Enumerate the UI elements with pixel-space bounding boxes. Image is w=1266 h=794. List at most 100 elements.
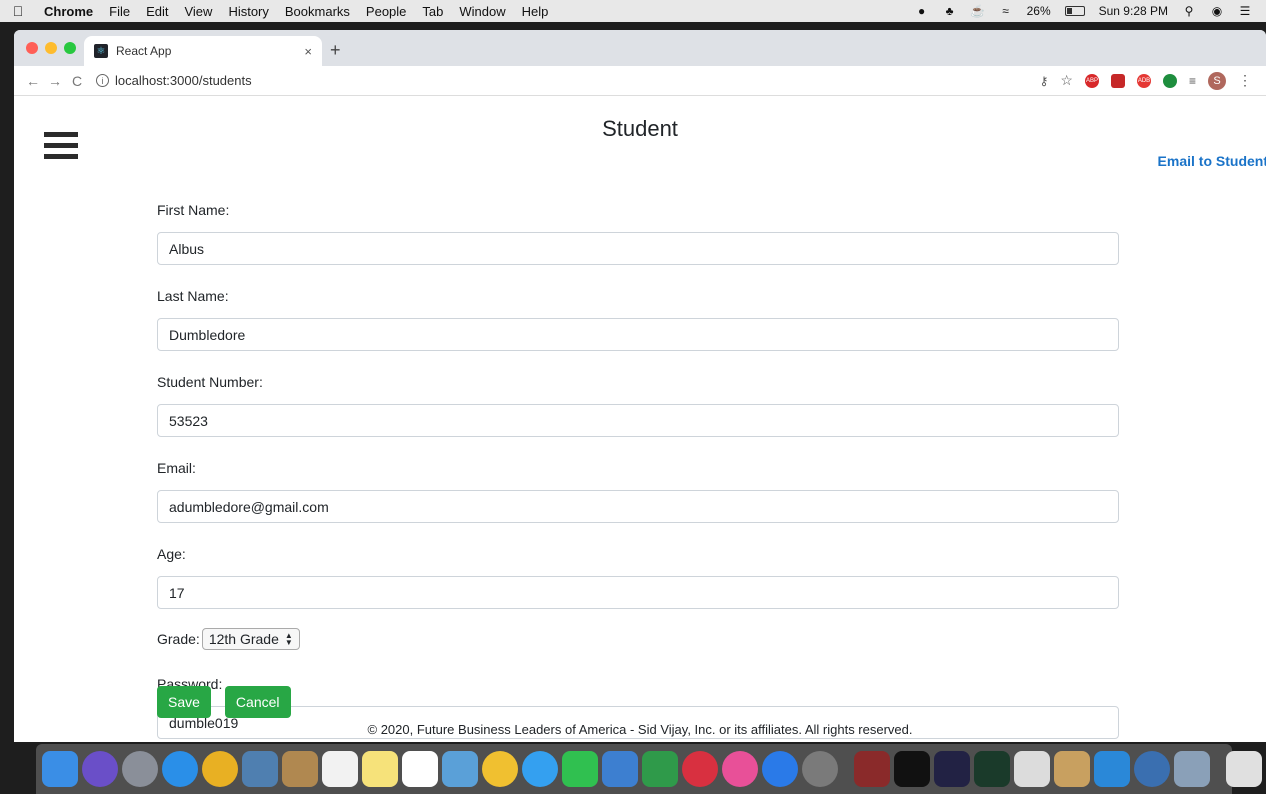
calendar-icon[interactable]	[322, 751, 358, 787]
itunes-icon[interactable]	[722, 751, 758, 787]
browser-window: ⚛ React App × + ← → C i localhost:3000/s…	[14, 30, 1266, 742]
minimize-window-button[interactable]	[45, 42, 57, 54]
coffee-cup-icon[interactable]: ☕	[970, 4, 985, 18]
window-controls	[26, 42, 76, 54]
reading-list-icon[interactable]: ≡	[1189, 74, 1196, 88]
macos-dock	[36, 744, 1262, 794]
first-name-input[interactable]	[157, 232, 1119, 265]
grade-select[interactable]: 12th Grade ▲ ▼	[201, 628, 300, 650]
first-name-label: First Name:	[157, 202, 230, 218]
siri-icon[interactable]: ◉	[1210, 4, 1224, 18]
bookmark-star-icon[interactable]: ☆	[1060, 72, 1073, 88]
battery-icon[interactable]	[1064, 6, 1085, 16]
facetime-icon[interactable]	[562, 751, 598, 787]
menu-people[interactable]: People	[358, 4, 414, 19]
email-input[interactable]	[157, 490, 1119, 523]
tab-close-icon[interactable]: ×	[304, 44, 312, 59]
dictionary-icon[interactable]	[854, 751, 890, 787]
age-input[interactable]	[157, 576, 1119, 609]
age-label: Age:	[157, 546, 186, 562]
tab-react-app[interactable]: ⚛ React App ×	[84, 36, 322, 66]
finder-icon[interactable]	[42, 751, 78, 787]
menu-tab[interactable]: Tab	[414, 4, 451, 19]
intellij-icon[interactable]	[934, 751, 970, 787]
system-preferences-icon[interactable]	[802, 751, 838, 787]
page-footer: © 2020, Future Business Leaders of Ameri…	[367, 722, 913, 737]
zoom-window-button[interactable]	[64, 42, 76, 54]
quicktime-icon[interactable]	[1134, 751, 1170, 787]
menu-help[interactable]: Help	[514, 4, 557, 19]
menu-view[interactable]: View	[176, 4, 220, 19]
email-label: Email:	[157, 460, 196, 476]
launchpad-icon[interactable]	[122, 751, 158, 787]
grade-row: Grade: 12th Grade ▲ ▼	[157, 627, 1119, 651]
menubar-clock[interactable]: Sun 9:28 PM	[1099, 4, 1168, 18]
battery-percent: 26%	[1026, 4, 1051, 18]
terminal-icon[interactable]	[894, 751, 930, 787]
pages-icon[interactable]	[602, 751, 638, 787]
mail-icon[interactable]	[242, 751, 278, 787]
chrome-menu-icon[interactable]: ⋮	[1238, 72, 1252, 89]
downloads-folder-icon[interactable]	[1226, 751, 1262, 787]
apple-icon[interactable]: 	[0, 3, 36, 19]
safari-icon[interactable]	[162, 751, 198, 787]
numbers-icon[interactable]	[642, 751, 678, 787]
news-icon[interactable]	[682, 751, 718, 787]
new-tab-button[interactable]: +	[330, 40, 341, 61]
vscode-icon[interactable]	[1094, 751, 1130, 787]
student-number-input[interactable]	[157, 404, 1119, 437]
adblock-icon[interactable]: ADB	[1136, 73, 1151, 88]
browser-toolbar: ← → C i localhost:3000/students ⚷ ☆ ABP …	[14, 66, 1266, 96]
tab-title: React App	[116, 44, 172, 58]
back-arrow-icon[interactable]: ←	[22, 73, 44, 89]
cancel-button[interactable]: Cancel	[224, 686, 291, 718]
profile-avatar[interactable]: S	[1208, 71, 1226, 90]
app-store-icon[interactable]	[762, 751, 798, 787]
password-label: Password:	[157, 676, 223, 692]
menu-file[interactable]: File	[101, 4, 138, 19]
menu-window[interactable]: Window	[451, 4, 513, 19]
siri-dock-icon[interactable]	[82, 751, 118, 787]
macos-menubar:  Chrome File Edit View History Bookmark…	[0, 0, 1266, 22]
notification-center-icon[interactable]: ☰	[1238, 4, 1252, 18]
keychain-icon[interactable]	[1054, 751, 1090, 787]
forward-arrow-icon[interactable]: →	[44, 73, 66, 89]
menu-history[interactable]: History	[220, 4, 276, 19]
close-window-button[interactable]	[26, 42, 38, 54]
student-form: First Name: Last Name: Student Number: E…	[157, 200, 1119, 742]
site-info-icon[interactable]: i	[96, 74, 109, 87]
spotlight-search-icon[interactable]: ⚲	[1182, 4, 1196, 18]
green-extension-icon[interactable]	[1162, 73, 1177, 88]
last-name-input[interactable]	[157, 318, 1119, 351]
messages-icon[interactable]	[522, 751, 558, 787]
maps-icon[interactable]	[442, 751, 478, 787]
page-title: Student	[602, 116, 678, 141]
react-favicon-icon: ⚛	[94, 44, 108, 58]
form-actions: Save Cancel	[157, 686, 291, 718]
menu-bookmarks[interactable]: Bookmarks	[277, 4, 358, 19]
chrome-dock-icon[interactable]	[202, 751, 238, 787]
preview-icon[interactable]	[1174, 751, 1210, 787]
save-button[interactable]: Save	[157, 686, 211, 718]
location-pin-icon[interactable]: ●	[915, 4, 929, 18]
reminders-icon[interactable]	[402, 751, 438, 787]
app-tray-icon[interactable]: ♣	[943, 4, 957, 18]
photos-icon[interactable]	[482, 751, 518, 787]
password-key-icon[interactable]: ⚷	[1040, 74, 1049, 88]
reload-icon[interactable]: C	[66, 73, 88, 89]
last-name-label: Last Name:	[157, 288, 229, 304]
red-extension-icon[interactable]	[1110, 73, 1125, 88]
menu-app-name[interactable]: Chrome	[36, 4, 101, 19]
notes-icon[interactable]	[362, 751, 398, 787]
address-bar[interactable]: i localhost:3000/students	[88, 69, 1040, 93]
email-to-student-link[interactable]: Email to Student	[1158, 153, 1266, 169]
grade-selected-value: 12th Grade	[208, 631, 279, 647]
student-number-label: Student Number:	[157, 374, 263, 390]
wifi-icon[interactable]: ≈	[999, 4, 1013, 18]
contacts-icon[interactable]	[282, 751, 318, 787]
adblock-plus-icon[interactable]: ABP	[1084, 73, 1099, 88]
activity-monitor-icon[interactable]	[974, 751, 1010, 787]
select-arrows-icon: ▲ ▼	[284, 631, 293, 647]
menu-edit[interactable]: Edit	[138, 4, 176, 19]
textedit-icon[interactable]	[1014, 751, 1050, 787]
